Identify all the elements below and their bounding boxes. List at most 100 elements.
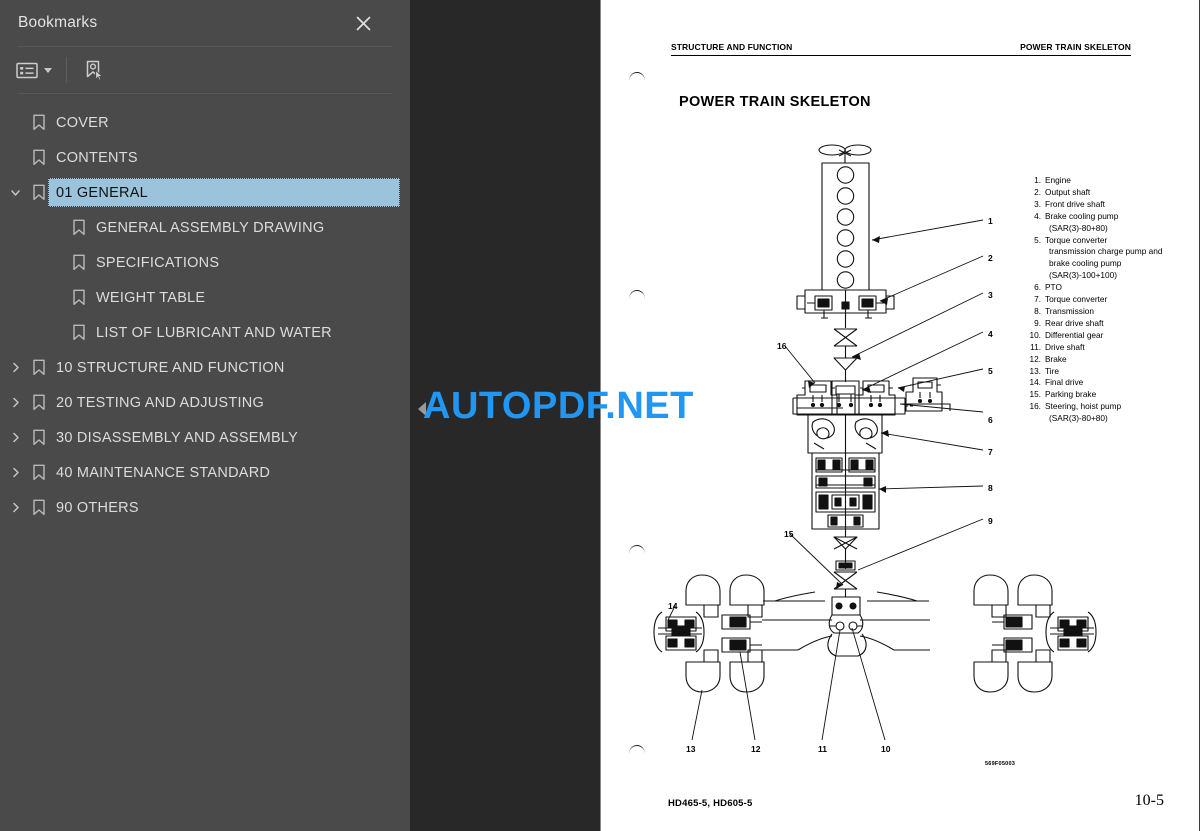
diagram-callout: 13 xyxy=(686,744,696,754)
legend-item: 5. Torque converter xyxy=(1028,235,1168,247)
legend-number: 13. xyxy=(1029,365,1041,376)
legend-number: 4. xyxy=(1034,210,1041,221)
list-options-icon[interactable] xyxy=(12,55,56,85)
bookmarks-panel-header: Bookmarks xyxy=(0,0,410,46)
close-icon[interactable] xyxy=(350,10,376,36)
bookmark-item[interactable]: CONTENTS xyxy=(0,140,410,175)
toolbar-divider xyxy=(66,57,67,83)
legend-text: Parking brake xyxy=(1045,389,1097,400)
viewer-gutter xyxy=(410,0,600,831)
legend-number: 9. xyxy=(1034,317,1041,328)
legend-text: Front drive shaft xyxy=(1045,198,1105,209)
diagram-callout: 2 xyxy=(988,253,993,263)
diagram-callout: 1 xyxy=(988,216,993,226)
bookmark-icon xyxy=(26,114,52,131)
legend-text: Rear drive shaft xyxy=(1045,317,1104,328)
bookmark-label: CONTENTS xyxy=(56,149,138,166)
bookmark-item[interactable]: WEIGHT TABLE xyxy=(0,280,410,315)
diagram-callout: 3 xyxy=(988,290,993,300)
legend-text: Torque converter xyxy=(1045,234,1108,245)
chevron-down-icon xyxy=(44,67,52,73)
bookmark-label: 30 DISASSEMBLY AND ASSEMBLY xyxy=(56,429,299,446)
diagram-callout: 8 xyxy=(988,483,993,493)
legend-item: 16. Steering, hoist pump xyxy=(1028,401,1168,413)
bookmark-item[interactable]: 10 STRUCTURE AND FUNCTION xyxy=(0,350,410,385)
chevron-right-icon[interactable] xyxy=(4,361,26,374)
chevron-right-icon[interactable] xyxy=(4,501,26,514)
diagram-callout: 16 xyxy=(777,341,787,351)
bookmark-icon xyxy=(66,289,92,306)
legend-number: 7. xyxy=(1034,294,1041,305)
diagram-callout: 4 xyxy=(988,329,993,339)
bookmark-icon xyxy=(26,149,52,166)
bookmark-item[interactable]: 30 DISASSEMBLY AND ASSEMBLY xyxy=(0,420,410,455)
bookmark-icon xyxy=(26,499,52,516)
legend-number: 10. xyxy=(1029,329,1041,340)
bookmark-item[interactable]: SPECIFICATIONS xyxy=(0,245,410,280)
bookmark-item[interactable]: 20 TESTING AND ADJUSTING xyxy=(0,385,410,420)
legend-text: Engine xyxy=(1045,175,1071,185)
legend-item: 6. PTO xyxy=(1028,282,1168,294)
legend-item: 9. Rear drive shaft xyxy=(1028,318,1168,330)
diagram-callout: 9 xyxy=(988,516,993,526)
bookmark-label: LIST OF LUBRICANT AND WATER xyxy=(96,324,332,341)
figure-legend: 1. Engine 2. Output shaft 3. Front drive shaf… xyxy=(1028,175,1168,425)
bookmark-icon xyxy=(66,219,92,236)
legend-number: 14. xyxy=(1029,377,1041,388)
bookmark-label: SPECIFICATIONS xyxy=(96,254,220,271)
panel-title: Bookmarks xyxy=(18,14,98,31)
toolbar-divider-rule xyxy=(18,93,392,94)
footer-page-number: 10-5 xyxy=(1134,792,1164,809)
legend-number: 1. xyxy=(1034,175,1041,185)
bookmark-tree[interactable]: COVER CONTENTS 01 GENERAL GENERAL ASSEMBLY … xyxy=(0,100,410,831)
legend-item: 8. Transmission xyxy=(1028,306,1168,318)
legend-text-continued: transmission charge pump and brake cooli… xyxy=(1049,246,1163,281)
legend-number: 3. xyxy=(1034,198,1041,209)
chevron-down-icon[interactable] xyxy=(4,186,26,199)
diagram-callout: 10 xyxy=(881,744,891,754)
bookmark-label: 90 OTHERS xyxy=(56,499,139,516)
bookmark-icon xyxy=(26,394,52,411)
bookmark-item[interactable]: 01 GENERAL xyxy=(0,175,410,210)
legend-number: 5. xyxy=(1034,234,1041,245)
bookmark-item[interactable]: 90 OTHERS xyxy=(0,490,410,525)
legend-text: Brake xyxy=(1045,353,1067,364)
legend-number: 2. xyxy=(1034,186,1041,197)
legend-item: 2. Output shaft xyxy=(1028,187,1168,199)
chevron-right-icon[interactable] xyxy=(4,431,26,444)
figure-code: 569F05003 xyxy=(985,761,1016,767)
bookmark-icon xyxy=(26,359,52,376)
bookmark-item[interactable]: 40 MAINTENANCE STANDARD xyxy=(0,455,410,490)
diagram-callout: 14 xyxy=(668,601,678,611)
legend-text: Transmission xyxy=(1045,305,1095,316)
new-bookmark-icon[interactable] xyxy=(79,55,109,85)
legend-item: 14. Final drive xyxy=(1028,377,1168,389)
bookmark-item[interactable]: LIST OF LUBRICANT AND WATER xyxy=(0,315,410,350)
legend-text: Brake cooling pump xyxy=(1045,210,1119,221)
bookmark-icon xyxy=(66,254,92,271)
bookmark-label: 20 TESTING AND ADJUSTING xyxy=(56,394,264,411)
diagram-callout: 7 xyxy=(988,447,993,457)
legend-number: 8. xyxy=(1034,305,1041,316)
diagram-callout: 15 xyxy=(784,529,794,539)
bookmark-icon xyxy=(26,464,52,481)
bookmark-label: 40 MAINTENANCE STANDARD xyxy=(56,464,271,481)
bookmark-label: 01 GENERAL xyxy=(56,184,148,201)
bookmark-label: WEIGHT TABLE xyxy=(96,289,206,306)
bookmark-item[interactable]: COVER xyxy=(0,105,410,140)
legend-item: 10. Differential gear xyxy=(1028,330,1168,342)
legend-text: PTO xyxy=(1045,282,1062,293)
legend-number: 11. xyxy=(1030,341,1041,352)
legend-item: 1. Engine xyxy=(1028,175,1168,187)
chevron-right-icon[interactable] xyxy=(4,396,26,409)
bookmark-item[interactable]: GENERAL ASSEMBLY DRAWING xyxy=(0,210,410,245)
diagram-callout: 6 xyxy=(988,415,993,425)
chevron-right-icon[interactable] xyxy=(4,466,26,479)
legend-item: 11. Drive shaft xyxy=(1028,342,1168,354)
legend-text: Final drive xyxy=(1045,377,1084,388)
legend-text-continued: (SAR(3)-80+80) xyxy=(1049,413,1108,424)
bookmark-icon xyxy=(26,429,52,446)
diagram-callout: 11 xyxy=(818,744,827,754)
collapse-left-icon[interactable] xyxy=(418,402,426,416)
bookmark-icon xyxy=(66,324,92,341)
